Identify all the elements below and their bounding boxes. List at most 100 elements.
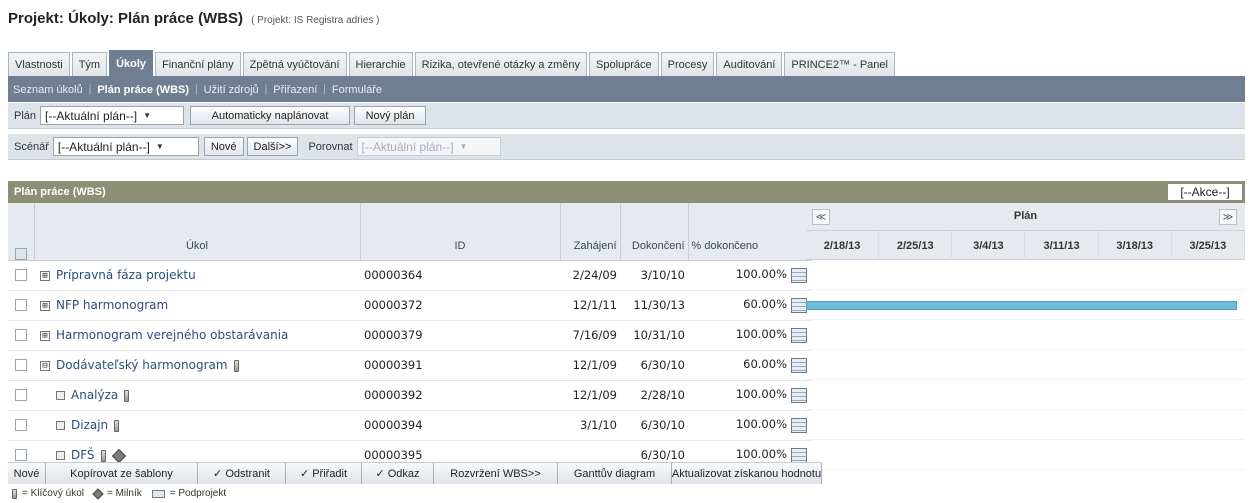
- subproject-icon[interactable]: [791, 387, 807, 403]
- scenario-select[interactable]: [--Aktuální plán--] ▼: [52, 137, 199, 156]
- row-checkbox[interactable]: [15, 388, 27, 401]
- subproject-icon[interactable]: [791, 297, 807, 313]
- column-header-id[interactable]: ID: [360, 203, 561, 261]
- bottom-button-odkaz[interactable]: ✓ Odkaz: [362, 463, 434, 484]
- subproject-icon[interactable]: [791, 327, 807, 343]
- expand-icon[interactable]: ⊞: [40, 300, 50, 311]
- percent-complete: 60.00%: [743, 297, 787, 312]
- gantt-next-button[interactable]: ≫: [1219, 209, 1237, 225]
- new-scenario-button[interactable]: Nové: [203, 137, 244, 156]
- task-id: 00000364: [360, 260, 560, 291]
- row-checkbox[interactable]: [15, 328, 27, 341]
- subproject-icon[interactable]: [791, 447, 807, 463]
- table-row[interactable]: ⊞ Prípravná fáza projektu 00000364 2/24/09 3…: [8, 260, 811, 291]
- table-row[interactable]: ⊞ Harmonogram verejného obstarávania 00000…: [8, 320, 811, 351]
- row-checkbox[interactable]: [15, 448, 27, 461]
- chevron-down-icon: ▼: [459, 142, 468, 151]
- table-row[interactable]: ⊟ Dodávateľský harmonogram 00000391 12/1/09…: [8, 350, 811, 381]
- column-header-task[interactable]: Úkol: [34, 203, 361, 261]
- column-header-end[interactable]: Dokončení: [620, 203, 689, 261]
- percent-cell: 100.00%: [688, 260, 811, 291]
- table-row[interactable]: Dizajn 00000394 3/1/10 6/30/10 100.00%: [8, 410, 811, 441]
- bottom-button-ganttuv-diagram[interactable]: Ganttův diagram: [558, 463, 672, 484]
- collapse-icon[interactable]: ⊟: [40, 360, 50, 371]
- scenario-select-value: [--Aktuální plán--]: [57, 139, 150, 154]
- subnav-uziti-zdroju[interactable]: Užití zdrojů: [204, 84, 259, 96]
- gantt-row: [806, 350, 1245, 380]
- key-task-icon: [114, 419, 120, 432]
- task-name-link[interactable]: DFŠ: [71, 448, 95, 462]
- task-name-link[interactable]: Dodávateľský harmonogram: [56, 358, 228, 372]
- row-checkbox[interactable]: [15, 268, 27, 281]
- expand-icon[interactable]: ⊞: [40, 330, 50, 341]
- expand-icon[interactable]: ⊞: [40, 270, 50, 281]
- tab-vlastnosti[interactable]: Vlastnosti: [8, 52, 70, 77]
- percent-complete: 100.00%: [735, 267, 787, 282]
- row-checkbox-cell[interactable]: [8, 290, 34, 321]
- task-icon: [56, 391, 65, 401]
- select-all-checkbox[interactable]: [14, 247, 27, 260]
- tab-rizika-otevrene-otazky-a-zmeny[interactable]: Rizika, otevřené otázky a změny: [414, 52, 587, 77]
- column-header-start[interactable]: Zahájení: [560, 203, 621, 261]
- tab-auditovani[interactable]: Auditování: [716, 52, 783, 77]
- start-date: 12/1/09: [560, 350, 620, 381]
- task-cell: ⊞ Prípravná fáza projektu: [34, 260, 360, 291]
- subnav-plan-prace-wbs[interactable]: Plán práce (WBS): [97, 84, 189, 96]
- tab-financni-plany[interactable]: Finanční plány: [155, 52, 241, 77]
- task-name-link[interactable]: NFP harmonogram: [56, 298, 168, 312]
- row-checkbox-cell[interactable]: [8, 320, 34, 351]
- subproject-icon[interactable]: [791, 267, 807, 283]
- gantt-bar[interactable]: [806, 301, 1237, 310]
- bottom-button-kopirovat-ze-sablony[interactable]: Kopírovat ze šablony: [46, 463, 198, 484]
- plan-toolbar: Plán [--Aktuální plán--] ▼ Automaticky n…: [8, 103, 1245, 129]
- plan-select[interactable]: [--Aktuální plán--] ▼: [40, 106, 185, 125]
- select-all-header[interactable]: [8, 203, 35, 261]
- subnav-separator: |: [323, 84, 326, 95]
- start-date: 12/1/09: [560, 380, 620, 411]
- end-date: 6/30/10: [620, 410, 688, 441]
- auto-schedule-button[interactable]: Automaticky naplánovat: [190, 106, 351, 125]
- tab-prince2-panel[interactable]: PRINCE2™ - Panel: [784, 52, 895, 77]
- tab-procesy[interactable]: Procesy: [660, 52, 715, 77]
- gantt-row: [806, 410, 1245, 440]
- row-checkbox[interactable]: [15, 418, 27, 431]
- actions-select[interactable]: [--Akce--]: [1167, 183, 1243, 201]
- column-header-percent[interactable]: % dokončeno: [688, 203, 812, 261]
- task-name-link[interactable]: Prípravná fáza projektu: [56, 268, 196, 282]
- bottom-button-nove[interactable]: Nové: [8, 463, 46, 484]
- subnav-seznam-ukolu[interactable]: Seznam úkolů: [13, 84, 83, 96]
- compare-select[interactable]: [--Aktuální plán--] ▼: [356, 137, 501, 156]
- next-scenario-button[interactable]: Další>>: [246, 137, 299, 156]
- new-plan-button[interactable]: Nový plán: [354, 106, 427, 125]
- tab-tym[interactable]: Tým: [71, 52, 108, 77]
- plan-select-value: [--Aktuální plán--]: [45, 108, 138, 123]
- bottom-button-priradit[interactable]: ✓ Přiřadit: [286, 463, 362, 484]
- table-row[interactable]: ⊞ NFP harmonogram 00000372 12/1/11 11/30/13 6…: [8, 290, 811, 321]
- bottom-button-aktualizovat-ziskanou-hodnotu[interactable]: Aktualizovat získanou hodnotu: [672, 463, 822, 484]
- row-checkbox[interactable]: [15, 298, 27, 311]
- row-checkbox-cell[interactable]: [8, 380, 34, 411]
- row-checkbox[interactable]: [15, 358, 27, 371]
- gantt-title-row: ≪ Plán ≫: [806, 203, 1245, 231]
- row-checkbox-cell[interactable]: [8, 260, 34, 291]
- tab-zpetna-vyuctovani[interactable]: Zpětná vyúčtování: [242, 52, 347, 77]
- task-name-link[interactable]: Harmonogram verejného obstarávania: [56, 328, 288, 342]
- tab-spoluprace[interactable]: Spolupráce: [589, 52, 659, 77]
- subproject-icon[interactable]: [791, 357, 807, 373]
- task-name-link[interactable]: Analýza: [71, 388, 118, 402]
- task-name-link[interactable]: Dizajn: [71, 418, 108, 432]
- tab-hierarchie[interactable]: Hierarchie: [348, 52, 413, 77]
- row-checkbox-cell[interactable]: [8, 410, 34, 441]
- gantt-date-label: 3/18/13: [1099, 231, 1172, 260]
- subnav-prirazeni[interactable]: Přiřazení: [273, 84, 317, 96]
- table-row[interactable]: Analýza 00000392 12/1/09 2/28/10 100.00%: [8, 380, 811, 411]
- subproject-icon[interactable]: [791, 417, 807, 433]
- row-checkbox-cell[interactable]: [8, 350, 34, 381]
- tab-ukoly[interactable]: Úkoly: [109, 50, 154, 77]
- subproject-icon: [151, 489, 165, 498]
- bottom-button-rozvrzeni-wbs[interactable]: Rozvržení WBS>>: [434, 463, 558, 484]
- bottom-button-odstranit[interactable]: ✓ Odstranit: [198, 463, 286, 484]
- compare-label: Porovnat: [308, 140, 353, 153]
- subnav-formulare[interactable]: Formuláře: [332, 84, 382, 96]
- start-date: 12/1/11: [560, 290, 620, 321]
